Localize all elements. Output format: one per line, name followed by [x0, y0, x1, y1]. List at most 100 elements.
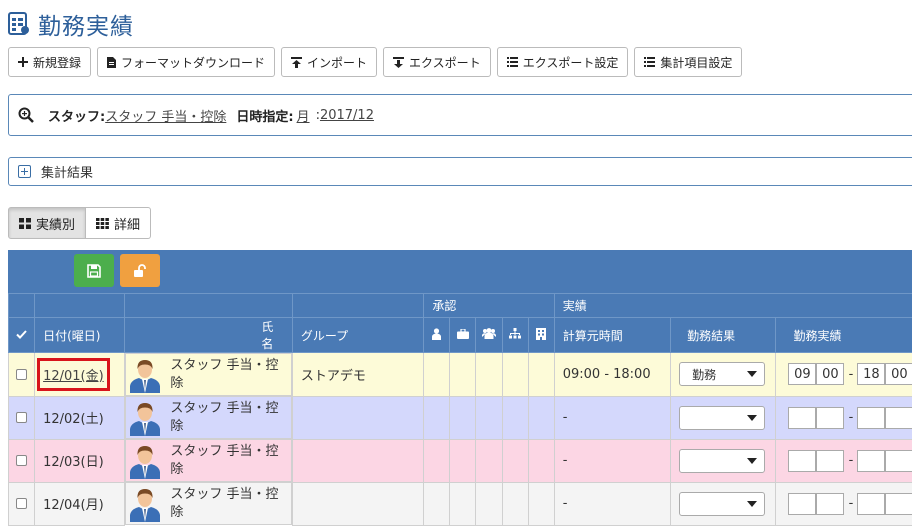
staff-link[interactable]: スタッフ 手当・控除 [105, 106, 226, 125]
row-checkbox[interactable] [16, 412, 27, 423]
start-minute-input[interactable] [816, 407, 844, 429]
new-register-label: 新規登録 [33, 54, 81, 71]
approval-cell [528, 396, 554, 439]
approval-person-header [424, 318, 450, 353]
group-header-row: 承認 実績 [9, 294, 912, 318]
calc-time-cell: 09:00 - 18:00 [554, 353, 670, 397]
summary-item-settings-button[interactable]: 集計項目設定 [634, 47, 742, 77]
work-result-select[interactable]: 勤務 [679, 362, 765, 386]
row-checkbox-cell [9, 482, 35, 525]
approval-cell [502, 439, 528, 482]
import-icon [291, 57, 302, 68]
approval-cell [502, 482, 528, 525]
end-minute-input[interactable] [885, 450, 912, 472]
approval-cell [528, 482, 554, 525]
save-button[interactable] [74, 254, 114, 287]
row-checkbox[interactable] [16, 498, 27, 509]
row-checkbox[interactable] [16, 369, 27, 380]
end-minute-input[interactable] [885, 407, 912, 429]
work-actual-column-header: 勤務実績 [776, 318, 912, 353]
start-hour-input[interactable] [788, 493, 816, 515]
approval-cell [450, 353, 476, 397]
detail-view-button[interactable]: 詳細 [86, 207, 151, 239]
chevron-down-icon [747, 501, 757, 507]
work-result-cell [671, 482, 776, 525]
row-checkbox-cell [9, 396, 35, 439]
approval-cell [424, 482, 450, 525]
work-result-select[interactable] [679, 492, 765, 516]
time-range: - [788, 493, 912, 515]
end-hour-input[interactable] [857, 450, 885, 472]
unlock-button[interactable] [120, 254, 160, 287]
import-label: インポート [307, 54, 367, 71]
row-checkbox-cell [9, 439, 35, 482]
group-cell: ストアデモ [292, 353, 423, 397]
table-row: 12/01(金) スタッフ 手当・控除 ストアデモ 09:00 - 18:00 … [9, 353, 912, 397]
name-cell: スタッフ 手当・控除 [125, 482, 292, 525]
start-minute-input[interactable] [816, 493, 844, 515]
work-result-select[interactable] [679, 406, 765, 430]
end-hour-input[interactable] [857, 407, 885, 429]
time-separator: - [844, 410, 857, 425]
group-cell [292, 439, 423, 482]
date-link[interactable]: 12/01(金) [43, 369, 104, 384]
group-column-header: グループ [292, 318, 423, 353]
row-checkbox[interactable] [16, 455, 27, 466]
summary-item-settings-label: 集計項目設定 [660, 54, 732, 71]
approval-group-header: 承認 [424, 294, 554, 318]
export-settings-button[interactable]: エクスポート設定 [497, 47, 629, 77]
work-actual-cell: - [776, 482, 912, 525]
name-column-header: 氏名 [125, 318, 293, 353]
org-chart-icon [509, 328, 521, 339]
export-icon [393, 57, 404, 68]
grid-large-icon [19, 218, 31, 229]
staff-name: スタッフ 手当・控除 [170, 357, 291, 393]
end-hour-input[interactable] [857, 493, 885, 515]
approval-cell [502, 396, 528, 439]
period-link[interactable]: 月 [297, 106, 310, 125]
end-minute-input[interactable] [885, 493, 912, 515]
table-row: 12/03(日) スタッフ 手当・控除 - [9, 439, 912, 482]
summary-result-panel[interactable]: 集計結果 [8, 157, 912, 186]
format-download-button[interactable]: フォーマットダウンロード [97, 47, 275, 77]
select-all-header[interactable] [9, 318, 35, 353]
month-link[interactable]: 2017/12 [320, 108, 374, 123]
export-button[interactable]: エクスポート [383, 47, 491, 77]
end-minute-input[interactable]: 00 [885, 363, 912, 385]
start-hour-input[interactable]: 09 [788, 363, 816, 385]
results-grid: 承認 実績 日付(曜日) 氏名 グループ 計 [8, 250, 912, 520]
start-hour-input[interactable] [788, 407, 816, 429]
time-range: 09 00 - 18 00 [788, 363, 912, 385]
search-icon [18, 107, 34, 123]
start-minute-input[interactable] [816, 450, 844, 472]
end-hour-input[interactable]: 18 [857, 363, 885, 385]
approval-group-header-icon [476, 318, 502, 353]
new-register-button[interactable]: 新規登録 [8, 47, 91, 77]
page-header: 勤務実績 [8, 8, 134, 40]
work-actual-cell: - [776, 396, 912, 439]
approval-cell [450, 396, 476, 439]
by-record-view-button[interactable]: 実績別 [8, 207, 86, 239]
grid-action-bar [8, 250, 912, 293]
name-cell: スタッフ 手当・控除 [125, 439, 292, 482]
work-result-value: 勤務 [692, 366, 716, 383]
work-result-select[interactable] [679, 449, 765, 473]
search-condition-panel[interactable]: スタッフ: スタッフ 手当・控除 日時指定: 月 : 2017/12 [8, 94, 912, 136]
work-actual-cell: 09 00 - 18 00 [776, 353, 912, 397]
actual-group-header: 実績 [554, 294, 912, 318]
approval-building-header [528, 318, 554, 353]
approval-briefcase-header [450, 318, 476, 353]
work-result-cell [671, 396, 776, 439]
work-result-column-header: 勤務結果 [671, 318, 776, 353]
staff-name: スタッフ 手当・控除 [170, 486, 291, 522]
date-spec-label: 日時指定: [236, 106, 293, 125]
expand-plus-icon[interactable] [18, 165, 31, 178]
toolbar: 新規登録 フォーマットダウンロード インポート エクスポート エクスポート設定 … [8, 47, 742, 77]
start-minute-input[interactable]: 00 [816, 363, 844, 385]
export-label: エクスポート [409, 54, 481, 71]
group-icon [482, 328, 496, 339]
date-cell: 12/04(月) [35, 482, 125, 525]
start-hour-input[interactable] [788, 450, 816, 472]
import-button[interactable]: インポート [281, 47, 377, 77]
date-highlight: 12/01(金) [37, 358, 110, 391]
